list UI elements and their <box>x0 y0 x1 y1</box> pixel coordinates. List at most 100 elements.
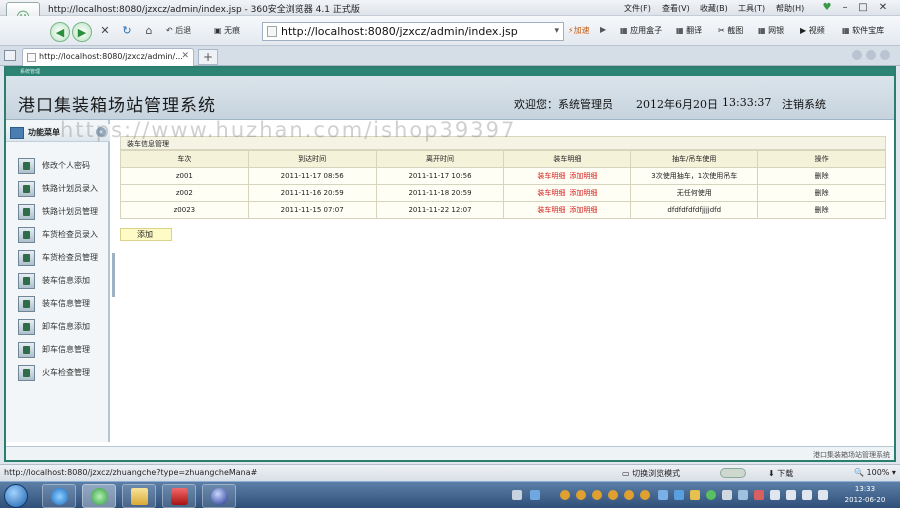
accelerate-label: 加速 <box>573 26 590 35</box>
back-arrow-icon[interactable]: ◀ <box>50 22 70 42</box>
toolbar-translate[interactable]: ▦ 翻译 <box>676 25 702 36</box>
menu-icon <box>10 127 24 139</box>
sidebar-item-rail-planner-add[interactable]: 铁路计划员录入 <box>18 179 106 199</box>
taskbar-clock[interactable]: 13:33 2012-06-20 <box>838 484 892 506</box>
qq-icon[interactable] <box>592 490 602 500</box>
speed-toggle[interactable] <box>720 468 746 478</box>
add-button[interactable]: 添加 <box>120 228 172 241</box>
menu-file[interactable]: 文件(F) <box>624 3 651 14</box>
qq-icon[interactable] <box>608 490 618 500</box>
start-button-icon[interactable] <box>4 484 28 508</box>
taskbar-ie[interactable] <box>42 484 76 508</box>
col-usage: 抽车/吊车使用 <box>630 150 759 168</box>
sidebar-item-unloading-manage[interactable]: 卸车信息管理 <box>18 340 106 360</box>
minimize-icon[interactable]: – <box>838 1 852 14</box>
sidebar-item-unloading-add[interactable]: 卸车信息添加 <box>18 317 106 337</box>
cell-arrive: 2011-11-17 08:56 <box>247 167 377 185</box>
qq-icon[interactable] <box>560 490 570 500</box>
network-icon[interactable] <box>786 490 796 500</box>
forward-arrow-icon[interactable]: ▶ <box>72 22 92 42</box>
toolbar-screenshot-label: 截图 <box>727 26 744 35</box>
tray-icon[interactable] <box>738 490 748 500</box>
add-detail-link[interactable]: 添加明细 <box>569 172 597 180</box>
status-url: http://localhost:8080/jzxcz/zhuangche?ty… <box>4 468 258 477</box>
close-window-icon[interactable]: ✕ <box>876 1 890 14</box>
qq-icon[interactable] <box>576 490 586 500</box>
delete-link[interactable]: 删除 <box>757 201 886 219</box>
sidebar-item-change-password[interactable]: 修改个人密码 <box>18 156 106 176</box>
shield-icon[interactable] <box>674 490 684 500</box>
taskbar-app-red[interactable] <box>162 484 196 508</box>
cell-usage: 无任何使用 <box>630 184 759 202</box>
address-bar[interactable]: http://localhost:8080/jzxcz/admin/index.… <box>262 22 564 41</box>
menu-help[interactable]: 帮助(H) <box>776 3 804 14</box>
maximize-icon[interactable]: □ <box>856 1 870 14</box>
tray-icon[interactable] <box>512 490 522 500</box>
new-tab-button[interactable]: + <box>198 49 218 65</box>
view-detail-link[interactable]: 装车明细 <box>537 206 565 214</box>
download-button[interactable]: ⬇ 下载 <box>768 468 793 479</box>
sidebar-item-inspector-manage[interactable]: 车货检查员管理 <box>18 248 106 268</box>
refresh-icon[interactable]: ↻ <box>120 22 134 40</box>
menu-tools[interactable]: 工具(T) <box>738 3 765 14</box>
zoom-control[interactable]: 🔍 100% ▾ <box>854 468 896 477</box>
clock-time: 13:33 <box>854 485 876 493</box>
tab-admin-index[interactable]: http://localhost:8080/jzxcz/admin/... ✕ <box>22 48 194 66</box>
toolbar-screenshot[interactable]: ✂ 截图 <box>718 25 743 36</box>
taskbar-app-blue[interactable] <box>202 484 236 508</box>
tab-scroll-left-icon[interactable] <box>852 50 862 60</box>
go-arrow-icon[interactable]: ▶ <box>600 25 606 34</box>
taskbar-360-browser[interactable] <box>82 484 116 508</box>
accelerate-button[interactable]: ⚡加速 <box>568 25 590 36</box>
tray-icon[interactable] <box>770 490 780 500</box>
toolbar-software[interactable]: ▦ 软件宝库 <box>842 25 884 36</box>
address-input[interactable]: http://localhost:8080/jzxcz/admin/index.… <box>281 25 518 38</box>
add-detail-link[interactable]: 添加明细 <box>569 206 597 214</box>
app-header: 港口集装箱场站管理系统 欢迎您：系统管理员 2012年6月20日 13:33:3… <box>6 76 894 120</box>
tray-icon[interactable] <box>658 490 668 500</box>
sidebar-item-loading-add[interactable]: 装车信息添加 <box>18 271 106 291</box>
toolbar-video[interactable]: ▶ 视频 <box>800 25 825 36</box>
view-detail-link[interactable]: 装车明细 <box>537 189 565 197</box>
toolbar-appbox[interactable]: ▦ 应用盒子 <box>620 25 662 36</box>
restore-button[interactable]: ↶ 后退 <box>166 22 191 40</box>
tray-icon[interactable] <box>706 490 716 500</box>
stop-icon[interactable]: ✕ <box>98 22 112 40</box>
toolbar-video-label: 视频 <box>808 26 825 35</box>
view-detail-link[interactable]: 装车明细 <box>537 172 565 180</box>
tab-close-icon[interactable]: ✕ <box>181 51 189 61</box>
sidebar-toggle-icon[interactable] <box>4 50 16 61</box>
logout-link[interactable]: 注销系统 <box>782 96 826 112</box>
sidebar-splitter-handle[interactable] <box>112 253 115 297</box>
sidebar-item-label: 修改个人密码 <box>42 161 90 170</box>
skin-icon[interactable]: ♥ <box>820 1 834 14</box>
tray-icon[interactable] <box>690 490 700 500</box>
delete-link[interactable]: 删除 <box>757 167 886 185</box>
volume-icon[interactable] <box>818 490 828 500</box>
tray-icon[interactable] <box>530 490 540 500</box>
add-detail-link[interactable]: 添加明细 <box>569 189 597 197</box>
sidebar-item-loading-manage[interactable]: 装车信息管理 <box>18 294 106 314</box>
tab-scroll-right-icon[interactable] <box>866 50 876 60</box>
incognito-button[interactable]: ▣ 无痕 <box>214 22 240 40</box>
ie-icon <box>51 488 68 505</box>
cell-leave: 2011-11-18 20:59 <box>375 184 505 202</box>
home-icon[interactable]: ⌂ <box>142 22 156 40</box>
menu-view[interactable]: 查看(V) <box>662 3 690 14</box>
qq-icon[interactable] <box>640 490 650 500</box>
qq-icon[interactable] <box>624 490 634 500</box>
browser-nav-bar: ◀ ▶ ✕ ↻ ⌂ ↶ 后退 ▣ 无痕 http://localhost:808… <box>0 16 900 46</box>
menu-favorites[interactable]: 收藏(B) <box>700 3 728 14</box>
delete-link[interactable]: 删除 <box>757 184 886 202</box>
battery-icon[interactable] <box>802 490 812 500</box>
sidebar-item-rail-planner-manage[interactable]: 铁路计划员管理 <box>18 202 106 222</box>
address-dropdown-icon[interactable]: ▾ <box>554 26 559 36</box>
toolbar-bank[interactable]: ▦ 网银 <box>758 25 784 36</box>
tab-list-icon[interactable] <box>880 50 890 60</box>
tray-icon[interactable] <box>722 490 732 500</box>
sidebar-item-train-inspection[interactable]: 火车检查管理 <box>18 363 106 383</box>
taskbar-explorer[interactable] <box>122 484 156 508</box>
switch-mode-button[interactable]: ▭ 切换浏览模式 <box>622 468 680 479</box>
tray-icon[interactable] <box>754 490 764 500</box>
sidebar-item-inspector-add[interactable]: 车货检查员录入 <box>18 225 106 245</box>
